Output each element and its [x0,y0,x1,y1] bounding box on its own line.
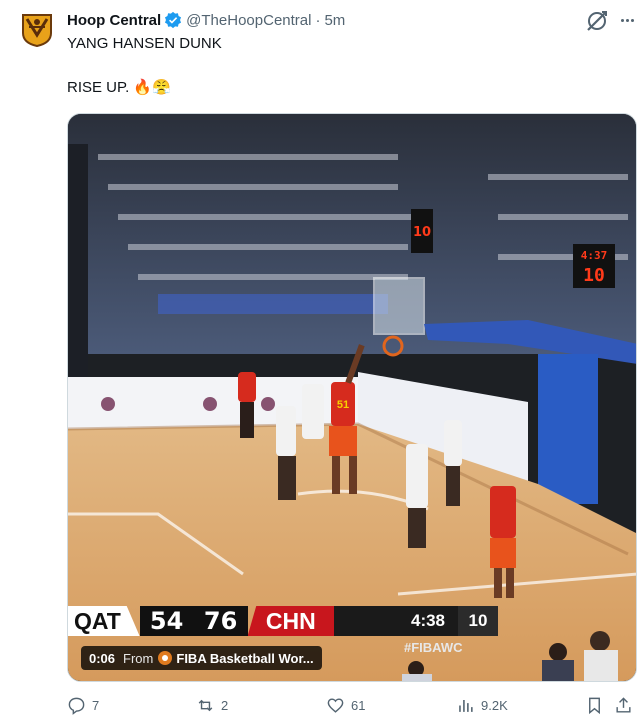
video-info-pill[interactable]: 0:06 From FIBA Basketball Wor... [81,646,322,670]
share-button[interactable] [614,696,639,715]
bookmark-button[interactable] [585,696,610,715]
jersey-number: 51 [337,399,349,411]
verified-badge-icon [165,11,182,29]
author-handle[interactable]: @TheHoopCentral [186,12,311,29]
source-avatar-icon [158,651,173,665]
grok-icon [587,11,607,31]
tweet-text-line2: RISE UP. 🔥😤 [67,79,171,96]
repost-icon [198,699,213,712]
bookmark-icon [589,697,600,715]
reply-icon [68,697,85,715]
like-count: 61 [351,698,366,713]
team-left: QAT [68,606,140,636]
score-left: 54 [149,607,184,635]
arena-shot-clock-left: 10 [413,225,431,240]
like-icon [327,698,344,713]
more-button[interactable] [617,10,637,30]
views-count: 9.2K [481,698,508,713]
repost-button[interactable]: 2 [196,696,228,715]
team-right: CHN [247,606,334,636]
separator-dot: · [315,11,321,29]
game-clock: 4:38 [410,611,446,630]
hashtag-overlay: #FIBAWC [404,640,463,655]
like-button[interactable]: 61 [326,696,365,715]
shot-clock: 10 [458,606,498,636]
arena-shot-clock: 10 [583,265,605,286]
from-label: From [123,650,154,666]
score-right: 76 [203,607,238,635]
video-frame: 10 4:37 10 51 [68,114,636,681]
author-name[interactable]: Hoop Central [67,12,161,29]
tweet-header: Hoop Central @TheHoopCentral · 5m [67,10,345,30]
arena-game-clock: 4:37 [581,249,608,262]
source-name[interactable]: FIBA Basketball Wor... [176,651,313,666]
share-icon [616,697,631,713]
clock-area: 4:38 10 [334,606,498,636]
avatar[interactable] [21,13,53,48]
avatar-logo-icon [22,14,52,48]
reply-count: 7 [92,698,100,713]
tweet-text-line1: YANG HANSEN DUNK [67,35,222,52]
repost-count: 2 [221,698,229,713]
reply-button[interactable]: 7 [67,696,99,715]
action-bar: 7 2 61 9.2K [0,694,643,720]
views-button[interactable]: 9.2K [456,696,508,715]
video-timestamp: 0:06 [89,650,116,666]
grok-button[interactable] [584,8,610,34]
views-icon [459,699,473,712]
more-icon [620,18,624,22]
video-player[interactable]: 10 4:37 10 51 QAT 54 76 CHN 4:38 10 #FIB… [67,113,637,682]
scoreboard: QAT 54 76 CHN 4:38 10 [68,606,498,636]
tweet-time[interactable]: 5m [324,12,345,29]
scores: 54 76 [139,606,248,636]
